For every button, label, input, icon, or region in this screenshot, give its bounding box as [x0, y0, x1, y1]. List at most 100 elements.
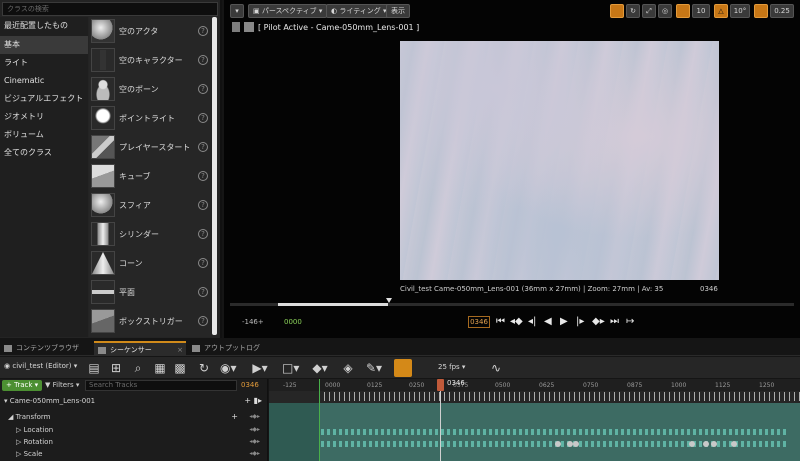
grid-size[interactable]: 10	[692, 4, 710, 18]
close-icon[interactable]: ×	[177, 343, 183, 357]
pilot-eject-icon[interactable]	[232, 22, 240, 32]
category-recent[interactable]: 最近配置したもの	[0, 17, 88, 35]
rotate-icon[interactable]: ↻	[626, 4, 640, 18]
scrub-playhead[interactable]	[386, 298, 392, 303]
keyframe-nav-icon[interactable]: ◂◆▸	[249, 448, 260, 460]
clapper-icon[interactable]: ▩	[172, 360, 188, 376]
viewport-options-button[interactable]: ▾	[230, 4, 244, 18]
grid-snap-icon[interactable]	[676, 4, 690, 18]
playback-start-marker[interactable]	[319, 379, 320, 461]
actor-item[interactable]: ポイントライト ?	[89, 104, 211, 133]
category-all-classes[interactable]: 全てのクラス	[0, 144, 88, 162]
jump-to-end-icon[interactable]: ⏭	[610, 315, 619, 329]
lighting-button[interactable]: ◐ ライティング ▾	[326, 4, 392, 18]
step-forward-frame-icon[interactable]: |▸	[576, 315, 584, 329]
help-icon[interactable]: ?	[198, 84, 208, 94]
playhead-handle[interactable]	[437, 379, 444, 391]
scale-icon[interactable]: ⤢	[642, 4, 656, 18]
world-icon[interactable]: ◎	[658, 4, 672, 18]
help-icon[interactable]: ?	[198, 316, 208, 326]
step-forward-key-icon[interactable]: ◆▸	[592, 315, 605, 329]
pen-icon[interactable]: ✎▾	[366, 360, 382, 376]
angle-snap-icon[interactable]: △	[714, 4, 728, 18]
show-button[interactable]: 表示	[386, 4, 410, 18]
track-row-transform[interactable]: ◢ Transform + ◂◆▸	[0, 411, 268, 423]
filters-button[interactable]: ▼ Filters ▾	[45, 380, 81, 391]
keyframe[interactable]	[731, 441, 737, 447]
expand-arrow-icon[interactable]: ▷	[16, 438, 24, 446]
time-ruler[interactable]: -125 0000 0125 0250 0375 0500 0625 0750 …	[269, 379, 800, 391]
snap-magnet-icon[interactable]	[394, 359, 412, 377]
category-cinematic[interactable]: Cinematic	[0, 72, 88, 90]
find-in-browser-icon[interactable]: ⌕	[130, 360, 146, 376]
playback-options-icon[interactable]: ▶▾	[252, 360, 268, 376]
keyframe-nav-icon[interactable]: ◂◆▸	[249, 411, 260, 423]
category-basic[interactable]: 基本	[0, 36, 88, 54]
add-icon[interactable]: + ▮▸	[244, 395, 262, 407]
help-icon[interactable]: ?	[198, 200, 208, 210]
current-frame-field[interactable]: 0346	[468, 316, 490, 328]
keyframe[interactable]	[703, 441, 709, 447]
fps-dropdown[interactable]: 25 fps ▾	[438, 363, 465, 371]
keyframe[interactable]	[555, 441, 561, 447]
selection-icon[interactable]: □▾	[282, 360, 299, 376]
help-icon[interactable]: ?	[198, 258, 208, 268]
expand-arrow-icon[interactable]: ▷	[16, 426, 24, 434]
angle-size[interactable]: 10°	[730, 4, 750, 18]
play-reverse-icon[interactable]: ◀	[544, 315, 552, 329]
track-row-rotation[interactable]: ▷ Rotation ◂◆▸	[0, 436, 268, 448]
tab-output-log[interactable]: アウトプットログ	[188, 341, 282, 356]
add-icon[interactable]: +	[231, 411, 238, 423]
actor-list-scrollbar[interactable]	[212, 17, 217, 335]
help-icon[interactable]: ?	[198, 229, 208, 239]
actor-item[interactable]: ボックストリガー ?	[89, 307, 211, 336]
location-keyframes[interactable]	[321, 429, 787, 435]
class-search-input[interactable]: クラスの検索	[2, 2, 218, 16]
help-icon[interactable]: ?	[198, 287, 208, 297]
step-back-key-icon[interactable]: ◂◆	[510, 315, 523, 329]
timeline-area[interactable]: -125 0000 0125 0250 0375 0500 0625 0750 …	[269, 379, 800, 461]
loop-icon[interactable]: ↦	[626, 315, 634, 329]
keyframe-nav-icon[interactable]: ◂◆▸	[249, 436, 260, 448]
transform-icon[interactable]	[610, 4, 624, 18]
key-tangent-icon[interactable]: ◈	[340, 360, 356, 376]
actor-item[interactable]: シリンダー ?	[89, 220, 211, 249]
category-visual-effects[interactable]: ビジュアルエフェクト	[0, 90, 88, 108]
jump-to-start-icon[interactable]: ⏮	[496, 315, 505, 329]
playback-start-frame[interactable]: 0000	[284, 318, 302, 326]
camera-icon[interactable]	[244, 22, 254, 32]
tab-sequencer[interactable]: シーケンサー ×	[94, 341, 186, 356]
scale-size[interactable]: 0.25	[770, 4, 794, 18]
search-tracks-input[interactable]: Search Tracks	[85, 380, 237, 391]
category-lights[interactable]: ライト	[0, 54, 88, 72]
step-back-frame-icon[interactable]: ◂|	[528, 315, 536, 329]
scale-snap-icon[interactable]	[754, 4, 768, 18]
save-as-icon[interactable]: ⊞	[108, 360, 124, 376]
rotation-keyframes[interactable]	[321, 441, 787, 447]
actor-item[interactable]: キューブ ?	[89, 162, 211, 191]
help-icon[interactable]: ?	[198, 26, 208, 36]
curve-editor-icon[interactable]: ∿	[488, 360, 504, 376]
track-frame-field[interactable]: 0346	[241, 380, 265, 391]
actor-item[interactable]: 空のキャラクター ?	[89, 46, 211, 75]
help-icon[interactable]: ?	[198, 171, 208, 181]
help-icon[interactable]: ?	[198, 55, 208, 65]
playhead-line[interactable]	[440, 379, 441, 461]
actor-item[interactable]: プレイヤースタート ?	[89, 133, 211, 162]
add-track-button[interactable]: + Track ▾	[2, 380, 42, 391]
help-icon[interactable]: ?	[198, 113, 208, 123]
visibility-icon[interactable]: ◉▾	[220, 360, 237, 376]
sequence-name-dropdown[interactable]: ◉ civil_test (Editor) ▾	[4, 362, 77, 370]
actor-item[interactable]: スフィア ?	[89, 191, 211, 220]
render-movie-icon[interactable]: ▦	[152, 360, 168, 376]
expand-arrow-icon[interactable]: ▷	[16, 450, 24, 458]
perspective-button[interactable]: ▣ パースペクティブ ▾	[248, 4, 328, 18]
actor-item[interactable]: 空のアクタ ?	[89, 17, 211, 46]
track-row-scale[interactable]: ▷ Scale ◂◆▸	[0, 448, 268, 460]
play-icon[interactable]: ▶	[560, 315, 568, 329]
keyframe-nav-icon[interactable]: ◂◆▸	[249, 424, 260, 436]
keyframe[interactable]	[689, 441, 695, 447]
tab-content-browser[interactable]: コンテンツブラウザ	[0, 341, 92, 356]
category-volumes[interactable]: ボリューム	[0, 126, 88, 144]
track-row-location[interactable]: ▷ Location ◂◆▸	[0, 424, 268, 436]
